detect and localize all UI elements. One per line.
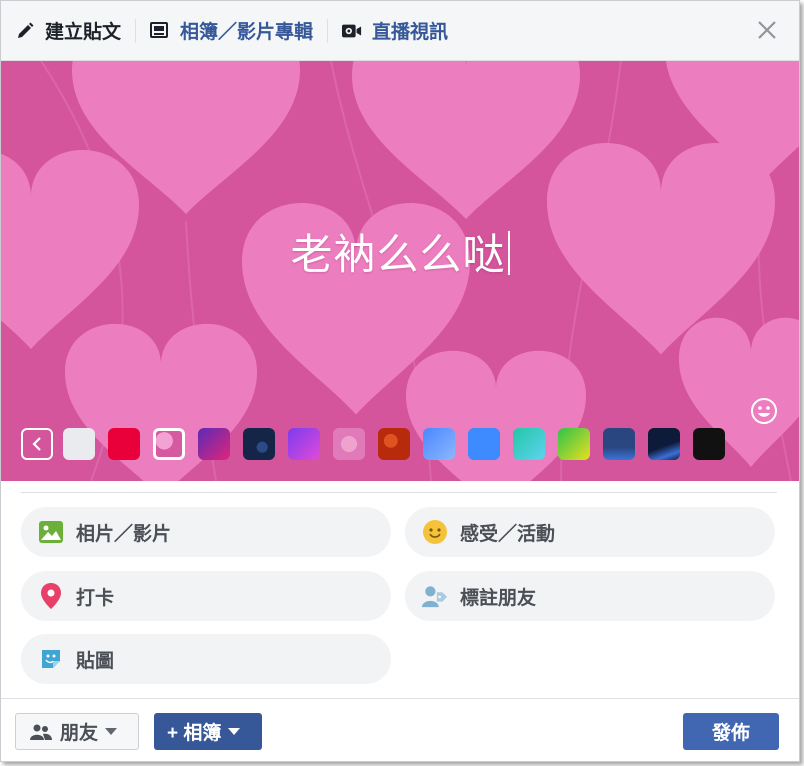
swatch-white[interactable] bbox=[63, 428, 95, 460]
smiley-icon bbox=[422, 519, 448, 545]
tab-divider bbox=[327, 18, 329, 43]
tab-album-label: 相簿／影片專輯 bbox=[180, 22, 314, 43]
swatch-red-orange-pattern[interactable] bbox=[378, 428, 410, 460]
feeling-activity-button[interactable]: 感受／活動 bbox=[405, 507, 775, 557]
album-icon bbox=[150, 21, 170, 41]
emoji-icon[interactable] bbox=[749, 396, 779, 426]
swatch-purple-magenta-gradient[interactable] bbox=[198, 428, 230, 460]
tab-create-post[interactable]: 建立貼文 bbox=[15, 1, 121, 61]
swatch-light-pink-pattern[interactable] bbox=[333, 428, 365, 460]
tab-live-video[interactable]: 直播視訊 bbox=[342, 1, 448, 61]
background-picker bbox=[21, 428, 725, 460]
create-post-dialog: 建立貼文 相簿／影片專輯 直播視訊 老衲么么哒 相片／影片 感受／活動 打卡 標… bbox=[0, 0, 800, 762]
text-cursor bbox=[507, 231, 510, 275]
swatch-dark-blue-pattern[interactable] bbox=[603, 428, 635, 460]
swatch-red[interactable] bbox=[108, 428, 140, 460]
photo-video-label: 相片／影片 bbox=[76, 523, 172, 545]
tab-album[interactable]: 相簿／影片專輯 bbox=[150, 1, 313, 61]
swatch-black[interactable] bbox=[693, 428, 725, 460]
photo-video-button[interactable]: 相片／影片 bbox=[21, 507, 391, 557]
post-button[interactable]: 發佈 bbox=[683, 713, 779, 750]
swatch-teal-gradient[interactable] bbox=[513, 428, 545, 460]
swatch-pink-hearts[interactable] bbox=[153, 428, 185, 460]
swatch-blue[interactable] bbox=[468, 428, 500, 460]
tag-friends-button[interactable]: 標註朋友 bbox=[405, 571, 775, 621]
section-divider bbox=[21, 492, 777, 493]
sticker-label: 貼圖 bbox=[76, 650, 115, 672]
dialog-footer: 朋友 + 相簿 發佈 bbox=[1, 698, 799, 761]
tab-divider bbox=[135, 18, 137, 43]
check-in-label: 打卡 bbox=[76, 587, 115, 609]
swatch-green-yellow-gradient[interactable] bbox=[558, 428, 590, 460]
swatch-dark-navy-pattern[interactable] bbox=[243, 428, 275, 460]
post-composer[interactable]: 老衲么么哒 bbox=[1, 61, 799, 481]
pencil-icon bbox=[15, 21, 35, 41]
friends-icon bbox=[30, 724, 52, 740]
post-button-label: 發佈 bbox=[711, 723, 750, 744]
tag-friend-icon bbox=[422, 583, 448, 609]
audience-selector-button[interactable]: 朋友 bbox=[15, 713, 139, 750]
sticker-button[interactable]: 貼圖 bbox=[21, 634, 391, 684]
chevron-down-icon bbox=[105, 728, 118, 735]
add-to-album-button[interactable]: + 相簿 bbox=[154, 713, 262, 750]
chevron-down-icon bbox=[228, 728, 241, 735]
post-text-value: 老衲么么哒 bbox=[290, 230, 506, 279]
tag-friends-label: 標註朋友 bbox=[460, 587, 537, 609]
swatch-purple-violet-gradient[interactable] bbox=[288, 428, 320, 460]
swatch-list bbox=[63, 428, 725, 460]
tab-live-video-label: 直播視訊 bbox=[372, 22, 449, 43]
swatch-night-sky[interactable] bbox=[648, 428, 680, 460]
feeling-activity-label: 感受／活動 bbox=[460, 523, 556, 545]
close-icon[interactable] bbox=[755, 18, 779, 42]
swatch-blue-sky[interactable] bbox=[423, 428, 455, 460]
check-in-button[interactable]: 打卡 bbox=[21, 571, 391, 621]
location-pin-icon bbox=[38, 583, 64, 609]
add-to-album-label: + 相簿 bbox=[167, 723, 222, 744]
dialog-tabs: 建立貼文 相簿／影片專輯 直播視訊 bbox=[1, 1, 799, 61]
chevron-left-icon[interactable] bbox=[21, 428, 53, 460]
post-text-input[interactable]: 老衲么么哒 bbox=[1, 221, 799, 282]
video-camera-icon bbox=[342, 21, 362, 41]
audience-label: 朋友 bbox=[60, 723, 99, 744]
photo-icon bbox=[38, 519, 64, 545]
tab-create-post-label: 建立貼文 bbox=[45, 22, 122, 43]
sticker-icon bbox=[38, 646, 64, 672]
